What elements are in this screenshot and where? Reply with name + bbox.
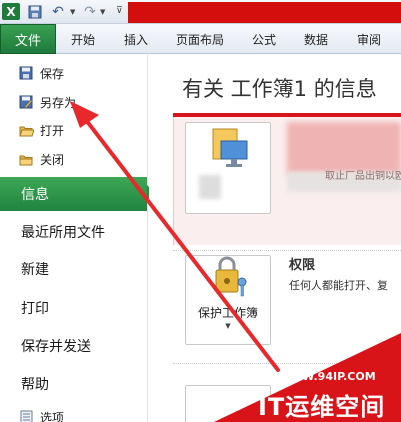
watermark-url: WWW.94IP.COM <box>278 370 376 383</box>
info-text-fragment: 取止厂品出铜以欧版 <box>325 171 401 182</box>
nav-print[interactable]: 打印 <box>0 291 147 325</box>
save-as-icon <box>18 95 34 109</box>
protect-workbook-button[interactable]: 保护工作簿 ▼ <box>185 255 271 345</box>
section-divider <box>173 250 401 251</box>
open-folder-icon <box>18 123 34 137</box>
undo-icon[interactable]: ↶ <box>50 3 66 20</box>
lock-key-icon <box>215 256 247 297</box>
undo-dropdown-icon[interactable]: ▼ <box>70 8 75 16</box>
tab-home[interactable]: 开始 <box>71 24 95 54</box>
options-icon <box>18 410 34 422</box>
excel-app-icon[interactable]: X <box>2 3 20 20</box>
close-folder-icon <box>18 152 34 166</box>
save-icon[interactable] <box>27 3 43 20</box>
section-divider <box>173 363 401 364</box>
protect-workbook-label: 保护工作簿 <box>197 306 258 320</box>
backstage-nav: 保存 另存为 打开 关闭 信息 最近所用文件 新建 打印 保存并发送 帮助 选项 <box>0 55 156 422</box>
nav-save[interactable]: 保存 <box>18 62 64 84</box>
tab-review[interactable]: 审阅 <box>357 24 381 54</box>
tab-insert[interactable]: 插入 <box>124 24 148 54</box>
permissions-description: 任何人都能打开、复 <box>289 279 388 292</box>
nav-save-label: 保存 <box>40 66 65 81</box>
nav-options-label: 选项 <box>40 410 65 422</box>
tab-page-layout[interactable]: 页面布局 <box>176 24 224 54</box>
redo-icon[interactable]: ↷ <box>82 3 98 20</box>
redo-dropdown-icon[interactable]: ▼ <box>100 8 105 16</box>
nav-recent[interactable]: 最近所用文件 <box>0 215 147 249</box>
tab-file[interactable]: 文件 <box>0 24 56 54</box>
watermark-text: IT运维空间 <box>258 393 386 421</box>
redacted-block <box>199 175 221 199</box>
backstage-main: 有关 工作簿1 的信息 取止厂品出铜以欧版 保护工作簿 ▼ 权限 任何人都能打开… <box>149 55 401 422</box>
document-monitor-icon <box>212 128 248 167</box>
tab-formulas[interactable]: 公式 <box>252 24 276 54</box>
nav-close[interactable]: 关闭 <box>18 148 64 170</box>
tab-data[interactable]: 数据 <box>304 24 328 54</box>
page-title: 有关 工作簿1 的信息 <box>182 77 377 101</box>
nav-open-label: 打开 <box>40 123 65 138</box>
nav-save-as-label: 另存为 <box>40 95 77 110</box>
nav-open[interactable]: 打开 <box>18 119 64 141</box>
title-bar-redacted <box>128 2 401 23</box>
nav-save-send[interactable]: 保存并发送 <box>0 329 147 363</box>
quick-access-toolbar: X ↶ ▼ ↷ ▼ ⊽ <box>0 0 401 24</box>
save-icon <box>18 66 34 80</box>
nav-save-as[interactable]: 另存为 <box>18 91 76 113</box>
ribbon-tabs: 文件 开始 插入 页面布局 公式 数据 审阅 <box>0 24 401 54</box>
document-tile[interactable] <box>185 122 271 214</box>
permissions-heading: 权限 <box>289 258 316 273</box>
customize-toolbar-icon[interactable]: ⊽ <box>116 6 123 16</box>
chevron-down-icon: ▼ <box>225 322 231 330</box>
nav-help[interactable]: 帮助 <box>0 367 147 401</box>
nav-close-label: 关闭 <box>40 152 65 167</box>
nav-new[interactable]: 新建 <box>0 252 147 286</box>
nav-options[interactable]: 选项 <box>18 406 64 422</box>
nav-info[interactable]: 信息 <box>0 177 156 211</box>
